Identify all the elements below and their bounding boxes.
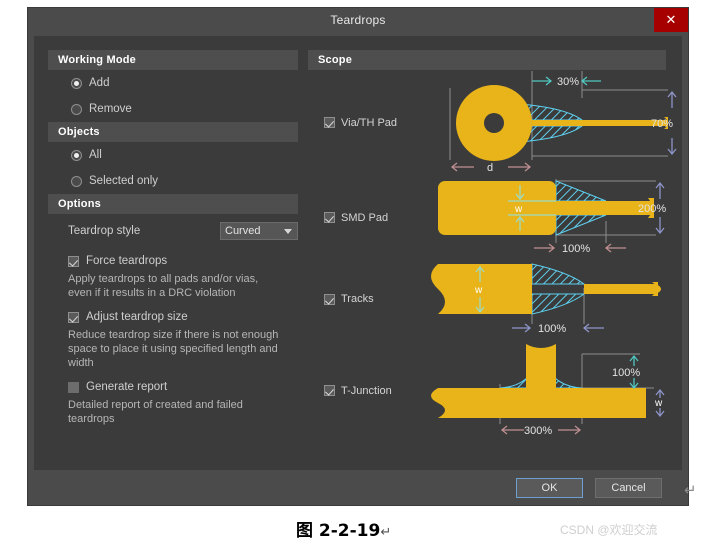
section-header-objects: Objects (48, 122, 298, 142)
checkbox-via-th-pad[interactable]: Via/TH Pad (308, 117, 416, 129)
scope-row-t-junction: T-Junction 100% w 300% (308, 338, 666, 443)
checkbox-smd-pad-box[interactable] (324, 212, 335, 223)
radio-all-label: All (89, 149, 102, 161)
smd-pad-svg: w 200% 100% (438, 178, 666, 255)
title-bar: Teardrops ✕ (28, 8, 688, 32)
diagram-smd-pad: w 200% 100% (416, 173, 682, 263)
radio-selected-only[interactable]: Selected only (48, 168, 298, 194)
radio-all[interactable]: All (48, 142, 298, 168)
checkbox-generate-report[interactable]: Generate report (68, 378, 298, 396)
checkbox-t-junction[interactable]: T-Junction (308, 385, 416, 397)
options-checkbox-block: Force teardrops Apply teardrops to all p… (48, 246, 298, 434)
dim-tjunction-horizontal: 300% (524, 425, 552, 437)
dim-tracks-horizontal: 100% (538, 323, 566, 335)
checkbox-tracks[interactable]: Tracks (308, 293, 416, 305)
diagram-t-junction: 100% w 300% (416, 336, 682, 446)
radio-add-label: Add (89, 77, 110, 89)
scope-row-tracks: Tracks w 100% (308, 260, 666, 338)
window-title: Teardrops (330, 13, 386, 27)
checkbox-t-junction-box[interactable] (324, 385, 335, 396)
dim-tjunction-vertical: 100% (612, 367, 640, 379)
checkbox-adjust-teardrop-size-label: Adjust teardrop size (86, 311, 188, 323)
figure-caption-text: 图 2-2-19 (296, 521, 381, 541)
t-junction-svg: 100% w 300% (431, 343, 665, 437)
teardrop-style-label: Teardrop style (68, 225, 141, 237)
radio-all-indicator[interactable] (71, 149, 82, 161)
checkbox-smd-pad-label: SMD Pad (341, 211, 389, 224)
radio-remove-indicator[interactable] (71, 103, 82, 115)
checkbox-via-th-pad-box[interactable] (324, 117, 335, 128)
checkbox-generate-report-label: Generate report (86, 381, 168, 393)
section-header-working-mode: Working Mode (48, 50, 298, 70)
checkbox-via-th-pad-label: Via/TH Pad (341, 116, 398, 129)
close-icon[interactable]: ✕ (654, 8, 688, 32)
chevron-down-icon (284, 229, 292, 234)
tracks-svg: w 100% (431, 262, 661, 335)
checkbox-generate-report-description: Detailed report of created and failed te… (68, 399, 243, 425)
checkbox-adjust-teardrop-size-description: Reduce teardrop size if there is not eno… (68, 329, 279, 369)
radio-add-indicator[interactable] (71, 77, 82, 89)
dim-via-vertical: 70% (651, 118, 673, 130)
footer-pilcrow-mark: ↵ (684, 482, 697, 499)
dim-smd-base: w (514, 204, 523, 215)
ok-button[interactable]: OK (516, 478, 583, 498)
checkbox-adjust-teardrop-size[interactable]: Adjust teardrop size (68, 308, 298, 326)
checkbox-generate-report-box[interactable] (68, 381, 79, 393)
radio-remove-label: Remove (89, 103, 132, 115)
teardrop-style-select[interactable]: Curved (220, 222, 298, 240)
checkbox-force-teardrops-box[interactable] (68, 255, 79, 267)
radio-remove[interactable]: Remove (48, 96, 298, 122)
checkbox-smd-pad[interactable]: SMD Pad (308, 212, 416, 224)
dialog-footer: OK Cancel (28, 470, 688, 505)
diagram-via-th-pad: 30% 70% d (416, 68, 682, 178)
checkbox-t-junction-label: T-Junction (341, 384, 392, 397)
checkbox-tracks-box[interactable] (324, 293, 335, 305)
dim-via-base: d (487, 162, 493, 173)
checkbox-force-teardrops-label: Force teardrops (86, 255, 168, 267)
scope-column: Scope Via/TH Pad 30% 70% d SMD Pad w 200… (308, 50, 677, 443)
teardrop-style-row: Teardrop style Curved (48, 214, 298, 246)
radio-selected-only-label: Selected only (89, 175, 159, 187)
radio-selected-only-indicator[interactable] (71, 175, 82, 187)
dim-via-horizontal: 30% (557, 76, 579, 88)
teardrops-dialog: Teardrops ✕ Working Mode Add Remove Obje… (28, 8, 688, 505)
teardrop-style-value: Curved (225, 225, 261, 237)
dim-smd-horizontal: 100% (562, 243, 590, 255)
caption-pilcrow-mark: ↵ (380, 525, 392, 540)
left-settings-column: Working Mode Add Remove Objects All Sele… (48, 50, 298, 434)
via-th-pad-svg: 30% 70% d (449, 70, 677, 174)
checkbox-adjust-teardrop-size-box[interactable] (68, 311, 79, 323)
watermark: CSDN @欢迎交流 (560, 523, 658, 537)
dim-tjunction-base: w (654, 398, 663, 409)
diagram-tracks: w 100% (416, 258, 682, 341)
checkbox-tracks-label: Tracks (341, 293, 374, 305)
figure-caption: 图 2-2-19↵ (296, 516, 391, 541)
cancel-button[interactable]: Cancel (595, 478, 662, 498)
dim-tracks-base: w (474, 285, 483, 296)
dialog-body: Working Mode Add Remove Objects All Sele… (34, 36, 682, 470)
checkbox-force-teardrops[interactable]: Force teardrops (68, 252, 298, 270)
section-header-options: Options (48, 194, 298, 214)
scope-row-via-th-pad: Via/TH Pad 30% 70% d (308, 70, 677, 175)
radio-add[interactable]: Add (48, 70, 298, 96)
scope-items: Via/TH Pad 30% 70% d SMD Pad w 200% 100%… (308, 70, 677, 443)
scope-row-smd-pad: SMD Pad w 200% 100% (308, 175, 666, 260)
dim-smd-vertical: 200% (638, 203, 666, 215)
checkbox-force-teardrops-description: Apply teardrops to all pads and/or vias,… (68, 273, 259, 299)
